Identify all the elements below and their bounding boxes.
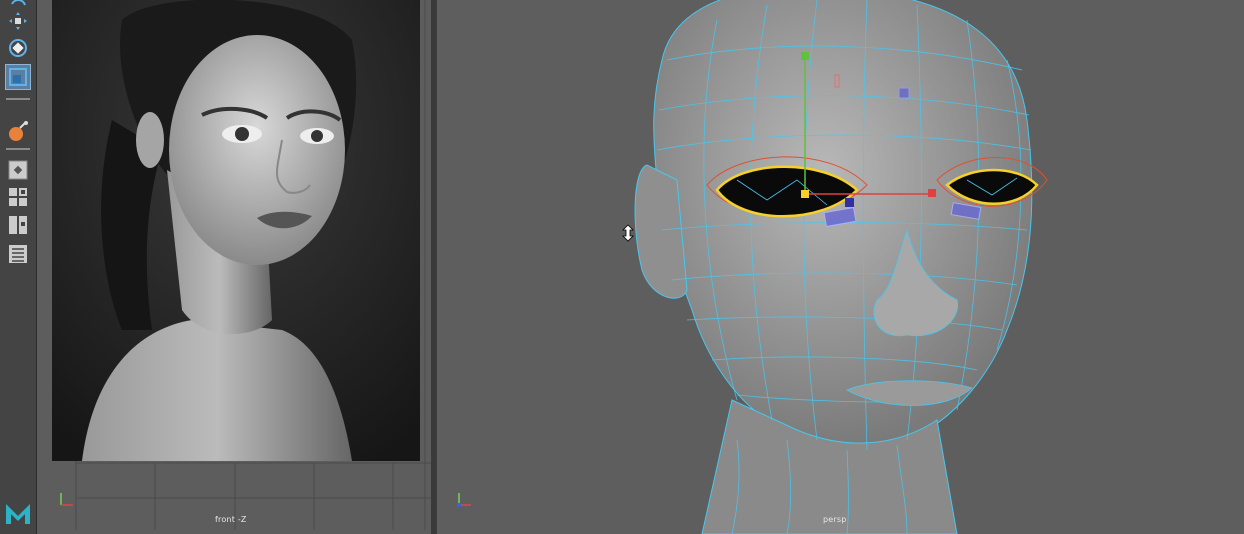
toolbox bbox=[0, 0, 37, 534]
single-pane-icon bbox=[8, 160, 28, 180]
scale-icon bbox=[9, 68, 27, 86]
head-model-wireframe bbox=[634, 0, 1048, 534]
front-viewport[interactable]: front -Z bbox=[37, 0, 431, 534]
four-view-layout-button[interactable] bbox=[5, 184, 31, 210]
persp-camera-label: persp bbox=[823, 515, 847, 524]
front-camera-label: front -Z bbox=[215, 515, 247, 524]
paint-effects-icon bbox=[9, 121, 28, 141]
rotate-icon bbox=[9, 39, 27, 57]
perspective-viewport[interactable]: persp bbox=[435, 0, 1244, 534]
maya-logo-icon bbox=[6, 504, 30, 524]
scale-tool-button[interactable] bbox=[5, 64, 31, 90]
reference-image-plane bbox=[52, 0, 420, 461]
front-axis-indicator bbox=[57, 490, 79, 508]
two-pane-icon bbox=[9, 216, 27, 234]
persp-axis-indicator bbox=[455, 490, 477, 508]
two-view-layout-button[interactable] bbox=[5, 212, 31, 238]
resize-cursor-icon bbox=[622, 224, 634, 242]
last-used-tool-button[interactable] bbox=[5, 118, 31, 144]
toolbox-divider bbox=[6, 98, 30, 100]
move-tool-button[interactable] bbox=[5, 8, 31, 34]
outliner-layout-button[interactable] bbox=[5, 241, 31, 267]
outliner-icon bbox=[9, 245, 27, 263]
four-pane-icon bbox=[9, 188, 27, 206]
toolbox-divider bbox=[6, 148, 30, 150]
rotate-tool-button-2[interactable] bbox=[5, 35, 31, 61]
move-icon bbox=[9, 12, 27, 30]
single-view-layout-button[interactable] bbox=[5, 157, 31, 183]
portrait-reference-image bbox=[52, 0, 420, 461]
